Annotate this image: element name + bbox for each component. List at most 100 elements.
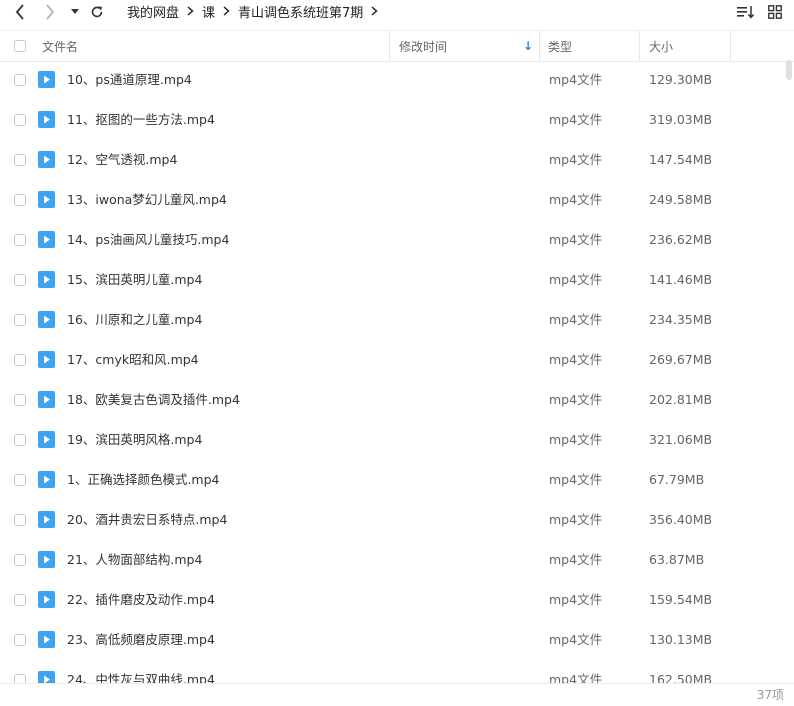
table-row[interactable]: 12、空气透视.mp4 mp4文件 147.54MB xyxy=(0,140,794,180)
caret-down-icon xyxy=(71,9,79,14)
video-file-icon xyxy=(38,351,55,368)
view-mode-button[interactable] xyxy=(765,2,785,22)
breadcrumb-item[interactable]: 课 xyxy=(202,2,215,21)
video-file-icon xyxy=(38,391,55,408)
table-row[interactable]: 18、欧美复古色调及插件.mp4 mp4文件 202.81MB xyxy=(0,380,794,420)
breadcrumb-separator-icon xyxy=(223,6,230,16)
table-row[interactable]: 24、中性灰与双曲线.mp4 mp4文件 162.50MB xyxy=(0,660,794,683)
table-row[interactable]: 21、人物面部结构.mp4 mp4文件 63.87MB xyxy=(0,540,794,580)
grid-view-icon xyxy=(768,5,782,19)
table-row[interactable]: 11、抠图的一些方法.mp4 mp4文件 319.03MB xyxy=(0,100,794,140)
column-modified-label: 修改时间 xyxy=(399,39,448,54)
file-type: mp4文件 xyxy=(549,552,603,567)
chevron-right-icon xyxy=(46,4,55,20)
back-button[interactable] xyxy=(10,2,30,22)
file-type: mp4文件 xyxy=(549,312,603,327)
sort-button[interactable] xyxy=(736,2,756,22)
row-checkbox[interactable] xyxy=(14,434,26,446)
table-row[interactable]: 10、ps通道原理.mp4 mp4文件 129.30MB xyxy=(0,60,794,100)
video-file-icon xyxy=(38,231,55,248)
file-name[interactable]: 15、滨田英明儿童.mp4 xyxy=(67,260,202,300)
table-row[interactable]: 22、插件磨皮及动作.mp4 mp4文件 159.54MB xyxy=(0,580,794,620)
row-checkbox[interactable] xyxy=(14,674,26,683)
row-checkbox[interactable] xyxy=(14,114,26,126)
file-name[interactable]: 19、滨田英明风格.mp4 xyxy=(67,420,202,460)
history-dropdown-button[interactable] xyxy=(68,2,82,22)
file-size: 147.54MB xyxy=(649,152,713,167)
table-row[interactable]: 13、iwona梦幻儿童风.mp4 mp4文件 249.58MB xyxy=(0,180,794,220)
video-file-icon xyxy=(38,151,55,168)
video-file-icon xyxy=(38,671,55,683)
table-row[interactable]: 23、高低频磨皮原理.mp4 mp4文件 130.13MB xyxy=(0,620,794,660)
file-name[interactable]: 12、空气透视.mp4 xyxy=(67,140,177,180)
row-checkbox[interactable] xyxy=(14,154,26,166)
file-name[interactable]: 13、iwona梦幻儿童风.mp4 xyxy=(67,180,227,220)
video-file-icon xyxy=(38,431,55,448)
file-name[interactable]: 20、酒井贵宏日系特点.mp4 xyxy=(67,500,227,540)
file-name[interactable]: 21、人物面部结构.mp4 xyxy=(67,540,202,580)
column-name[interactable]: 文件名 xyxy=(0,31,390,61)
row-checkbox[interactable] xyxy=(14,74,26,86)
file-name[interactable]: 14、ps油画风儿童技巧.mp4 xyxy=(67,220,229,260)
file-type: mp4文件 xyxy=(549,272,603,287)
table-row[interactable]: 19、滨田英明风格.mp4 mp4文件 321.06MB xyxy=(0,420,794,460)
file-size: 249.58MB xyxy=(649,192,713,207)
breadcrumb-expand-icon[interactable] xyxy=(371,6,378,16)
table-row[interactable]: 17、cmyk昭和风.mp4 mp4文件 269.67MB xyxy=(0,340,794,380)
vertical-scrollbar[interactable] xyxy=(785,60,793,680)
file-name[interactable]: 17、cmyk昭和风.mp4 xyxy=(67,340,199,380)
file-size: 321.06MB xyxy=(649,432,713,447)
file-size: 141.46MB xyxy=(649,272,713,287)
table-row[interactable]: 14、ps油画风儿童技巧.mp4 mp4文件 236.62MB xyxy=(0,220,794,260)
file-list: 10、ps通道原理.mp4 mp4文件 129.30MB 11、抠图的一些方法.… xyxy=(0,60,794,683)
row-checkbox[interactable] xyxy=(14,594,26,606)
table-row[interactable]: 1、正确选择颜色模式.mp4 mp4文件 67.79MB xyxy=(0,460,794,500)
forward-button[interactable] xyxy=(40,2,60,22)
file-name[interactable]: 18、欧美复古色调及插件.mp4 xyxy=(67,380,240,420)
breadcrumb-item[interactable]: 青山调色系统班第7期 xyxy=(238,2,363,21)
file-type: mp4文件 xyxy=(549,152,603,167)
file-name[interactable]: 1、正确选择颜色模式.mp4 xyxy=(67,460,220,500)
breadcrumb-item[interactable]: 我的网盘 xyxy=(127,2,179,21)
file-size: 236.62MB xyxy=(649,232,713,247)
video-file-icon xyxy=(38,471,55,488)
video-file-icon xyxy=(38,631,55,648)
table-row[interactable]: 15、滨田英明儿童.mp4 mp4文件 141.46MB xyxy=(0,260,794,300)
column-modified[interactable]: 修改时间 ↓ xyxy=(391,31,540,61)
file-size: 319.03MB xyxy=(649,112,713,127)
sort-arrow-icon: ↓ xyxy=(522,39,533,53)
chevron-left-icon xyxy=(15,4,24,20)
file-name[interactable]: 10、ps通道原理.mp4 xyxy=(67,60,192,100)
row-checkbox[interactable] xyxy=(14,234,26,246)
scrollbar-thumb[interactable] xyxy=(786,60,792,80)
column-size[interactable]: 大小 xyxy=(641,31,731,61)
row-checkbox[interactable] xyxy=(14,554,26,566)
view-controls xyxy=(736,2,794,22)
row-checkbox[interactable] xyxy=(14,274,26,286)
video-file-icon xyxy=(38,111,55,128)
row-checkbox[interactable] xyxy=(14,634,26,646)
file-name[interactable]: 11、抠图的一些方法.mp4 xyxy=(67,100,215,140)
video-file-icon xyxy=(38,311,55,328)
row-checkbox[interactable] xyxy=(14,394,26,406)
file-type: mp4文件 xyxy=(549,512,603,527)
file-name[interactable]: 23、高低频磨皮原理.mp4 xyxy=(67,620,215,660)
status-bar: 37项 xyxy=(0,683,794,706)
row-checkbox[interactable] xyxy=(14,314,26,326)
breadcrumb: 我的网盘 课 青山调色系统班第7期 xyxy=(127,0,386,22)
table-row[interactable]: 16、川原和之儿童.mp4 mp4文件 234.35MB xyxy=(0,300,794,340)
file-name[interactable]: 16、川原和之儿童.mp4 xyxy=(67,300,202,340)
file-name[interactable]: 22、插件磨皮及动作.mp4 xyxy=(67,580,215,620)
row-checkbox[interactable] xyxy=(14,474,26,486)
file-name[interactable]: 24、中性灰与双曲线.mp4 xyxy=(67,660,215,683)
table-row[interactable]: 20、酒井贵宏日系特点.mp4 mp4文件 356.40MB xyxy=(0,500,794,540)
refresh-button[interactable] xyxy=(86,2,108,22)
column-header: 文件名 修改时间 ↓ 类型 大小 xyxy=(0,30,794,62)
row-checkbox[interactable] xyxy=(14,514,26,526)
row-checkbox[interactable] xyxy=(14,354,26,366)
file-size: 159.54MB xyxy=(649,592,713,607)
column-type[interactable]: 类型 xyxy=(541,31,640,61)
row-checkbox[interactable] xyxy=(14,194,26,206)
video-file-icon xyxy=(38,191,55,208)
video-file-icon xyxy=(38,71,55,88)
